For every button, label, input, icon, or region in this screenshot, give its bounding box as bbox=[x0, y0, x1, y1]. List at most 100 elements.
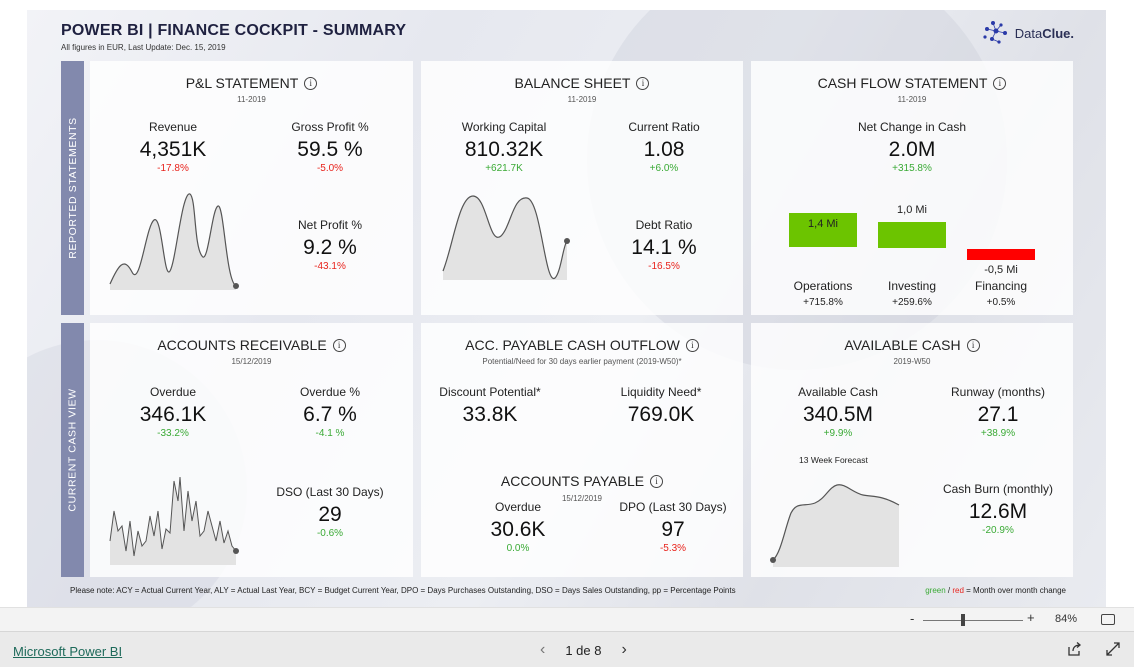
debt-ratio-kpi: Debt Ratio 14.1 % -16.5% bbox=[599, 218, 729, 272]
dso-kpi: DSO (Last 30 Days) 29 -0.6% bbox=[265, 485, 395, 539]
discount-potential-kpi: Discount Potential* 33.8K bbox=[425, 385, 555, 427]
zoom-slider-track[interactable] bbox=[923, 620, 1023, 621]
runway-value: 27.1 bbox=[977, 403, 1019, 426]
debt-ratio-value: 14.1 % bbox=[631, 236, 697, 259]
working-capital-value: 810.32K bbox=[464, 138, 544, 161]
info-icon[interactable]: i bbox=[685, 339, 699, 352]
report-canvas: POWER BI | FINANCE COCKPIT - SUMMARY All… bbox=[27, 10, 1106, 607]
ap-outflow-title-text: ACC. PAYABLE CASH OUTFLOW bbox=[465, 337, 680, 353]
power-bi-link[interactable]: Microsoft Power BI bbox=[13, 644, 122, 659]
ap-overdue-label: Overdue bbox=[494, 500, 542, 514]
info-icon[interactable]: i bbox=[966, 339, 980, 352]
ap-overdue-kpi: Overdue 30.6K 0.0% bbox=[453, 500, 583, 554]
debt-ratio-change: -16.5% bbox=[648, 261, 680, 272]
previous-page-icon[interactable]: ‹ bbox=[540, 641, 545, 659]
cf-value-operations: 1,4 Mi bbox=[808, 218, 838, 230]
dpo-change: -5.3% bbox=[659, 543, 687, 554]
zoom-in-button[interactable]: + bbox=[1027, 610, 1035, 625]
fit-to-page-icon[interactable] bbox=[1101, 614, 1115, 625]
working-capital-change: +621.7K bbox=[485, 163, 523, 174]
zoom-slider-thumb[interactable] bbox=[961, 614, 965, 626]
cf-change-financing: +0.5% bbox=[986, 297, 1016, 308]
ar-overdue-value: 346.1K bbox=[139, 403, 207, 426]
revenue-kpi: Revenue 4,351K -17.8% bbox=[108, 120, 238, 174]
fullscreen-icon[interactable] bbox=[1106, 642, 1120, 659]
cash-flow-panel[interactable]: CASH FLOW STATEMENT i 11-2019 Net Change … bbox=[751, 61, 1073, 315]
cf-name-financing: Financing bbox=[974, 279, 1028, 293]
liquidity-need-label: Liquidity Need* bbox=[620, 385, 702, 399]
current-cash-view-label: CURRENT CASH VIEW bbox=[66, 388, 79, 512]
forecast-label: 13 Week Forecast bbox=[799, 455, 868, 465]
available-cash-panel[interactable]: AVAILABLE CASH i 2019-W50 Available Cash … bbox=[751, 323, 1073, 577]
pl-period: 11-2019 bbox=[237, 95, 266, 104]
dso-change: -0.6% bbox=[316, 528, 344, 539]
cf-value-investing: 1,0 Mi bbox=[897, 204, 927, 216]
ar-overdue-kpi: Overdue 346.1K -33.2% bbox=[108, 385, 238, 439]
available-cash-label: Available Cash bbox=[798, 385, 878, 399]
gross-profit-value: 59.5 % bbox=[297, 138, 363, 161]
page-indicator: 1 de 8 bbox=[565, 642, 602, 658]
ar-title: ACCOUNTS RECEIVABLE i bbox=[90, 337, 413, 353]
balance-period: 11-2019 bbox=[567, 95, 597, 104]
cf-bar-investing[interactable] bbox=[878, 222, 946, 248]
info-icon[interactable]: i bbox=[304, 77, 318, 90]
cf-change-investing: +259.6% bbox=[892, 297, 932, 308]
available-cash-title-text: AVAILABLE CASH bbox=[844, 337, 961, 353]
legend-rest: = Month over month change bbox=[963, 586, 1066, 595]
cf-name-operations: Operations bbox=[793, 279, 853, 293]
zoom-percent: 84% bbox=[1055, 613, 1078, 625]
net-profit-change: -43.1% bbox=[314, 261, 346, 272]
info-icon[interactable]: i bbox=[993, 77, 1007, 90]
next-page-icon[interactable]: › bbox=[621, 641, 626, 659]
cashflow-title-text: CASH FLOW STATEMENT bbox=[817, 75, 988, 91]
revenue-sparkline[interactable] bbox=[108, 186, 243, 291]
ar-overdue-sparkline[interactable] bbox=[108, 471, 243, 566]
balance-sheet-panel[interactable]: BALANCE SHEET i 11-2019 Working Capital 8… bbox=[421, 61, 743, 315]
ap-outflow-title: ACC. PAYABLE CASH OUTFLOW i bbox=[421, 337, 743, 353]
zoom-out-button[interactable]: - bbox=[910, 611, 914, 626]
revenue-label: Revenue bbox=[148, 120, 198, 134]
liquidity-need-value: 769.0K bbox=[627, 403, 695, 426]
dataclue-logo: DataClue. bbox=[981, 20, 1074, 46]
gross-profit-label: Gross Profit % bbox=[291, 120, 369, 134]
gross-profit-change: -5.0% bbox=[316, 163, 344, 174]
available-cash-change: +9.9% bbox=[823, 428, 853, 439]
reported-statements-label: REPORTED STATEMENTS bbox=[66, 117, 79, 259]
page-navigator: ‹ 1 de 8 › bbox=[540, 641, 627, 659]
working-capital-label: Working Capital bbox=[461, 120, 547, 134]
info-icon[interactable]: i bbox=[636, 77, 650, 90]
zoom-bar: - + 84% bbox=[0, 607, 1134, 631]
net-profit-kpi: Net Profit % 9.2 % -43.1% bbox=[265, 218, 395, 272]
balance-title-text: BALANCE SHEET bbox=[514, 75, 631, 91]
ar-overdue-change: -33.2% bbox=[157, 428, 189, 439]
cash-forecast-sparkline[interactable] bbox=[770, 473, 906, 568]
runway-change: +38.9% bbox=[980, 428, 1016, 439]
accounts-receivable-panel[interactable]: ACCOUNTS RECEIVABLE i 15/12/2019 Overdue … bbox=[90, 323, 413, 577]
ar-date: 15/12/2019 bbox=[231, 357, 272, 366]
dpo-label: DPO (Last 30 Days) bbox=[619, 500, 727, 514]
cash-burn-change: -20.9% bbox=[982, 525, 1014, 536]
net-change-label: Net Change in Cash bbox=[857, 120, 967, 134]
pl-statement-panel[interactable]: P&L STATEMENT i 11-2019 Revenue 4,351K -1… bbox=[90, 61, 413, 315]
color-legend-note: green / red = Month over month change bbox=[925, 586, 1066, 595]
cash-flow-period: 11-2019 bbox=[897, 95, 927, 104]
net-change-kpi: Net Change in Cash 2.0M +315.8% bbox=[847, 120, 977, 174]
runway-label: Runway (months) bbox=[950, 385, 1046, 399]
liquidity-need-kpi: Liquidity Need* 769.0K bbox=[596, 385, 726, 427]
ap-outflow-subtitle: Potential/Need for 30 days earlier payme… bbox=[482, 357, 682, 366]
current-ratio-change: +6.0% bbox=[649, 163, 679, 174]
working-capital-sparkline[interactable] bbox=[441, 186, 576, 281]
ar-overdue-pct-value: 6.7 % bbox=[303, 403, 357, 426]
share-icon[interactable] bbox=[1067, 642, 1082, 659]
cash-burn-label: Cash Burn (monthly) bbox=[942, 482, 1054, 496]
dpo-kpi: DPO (Last 30 Days) 97 -5.3% bbox=[608, 500, 738, 554]
report-title: POWER BI | FINANCE COCKPIT - SUMMARY bbox=[61, 22, 407, 39]
ap-title-text: ACCOUNTS PAYABLE bbox=[500, 473, 645, 489]
ap-overdue-value: 30.6K bbox=[490, 518, 546, 541]
current-cash-view-band: CURRENT CASH VIEW bbox=[61, 323, 84, 577]
cf-bar-financing[interactable] bbox=[967, 249, 1035, 260]
info-icon[interactable]: i bbox=[332, 339, 346, 352]
ap-cash-outflow-panel[interactable]: ACC. PAYABLE CASH OUTFLOW i Potential/Nee… bbox=[421, 323, 743, 577]
info-icon[interactable]: i bbox=[650, 475, 664, 488]
ar-overdue-label: Overdue bbox=[149, 385, 197, 399]
